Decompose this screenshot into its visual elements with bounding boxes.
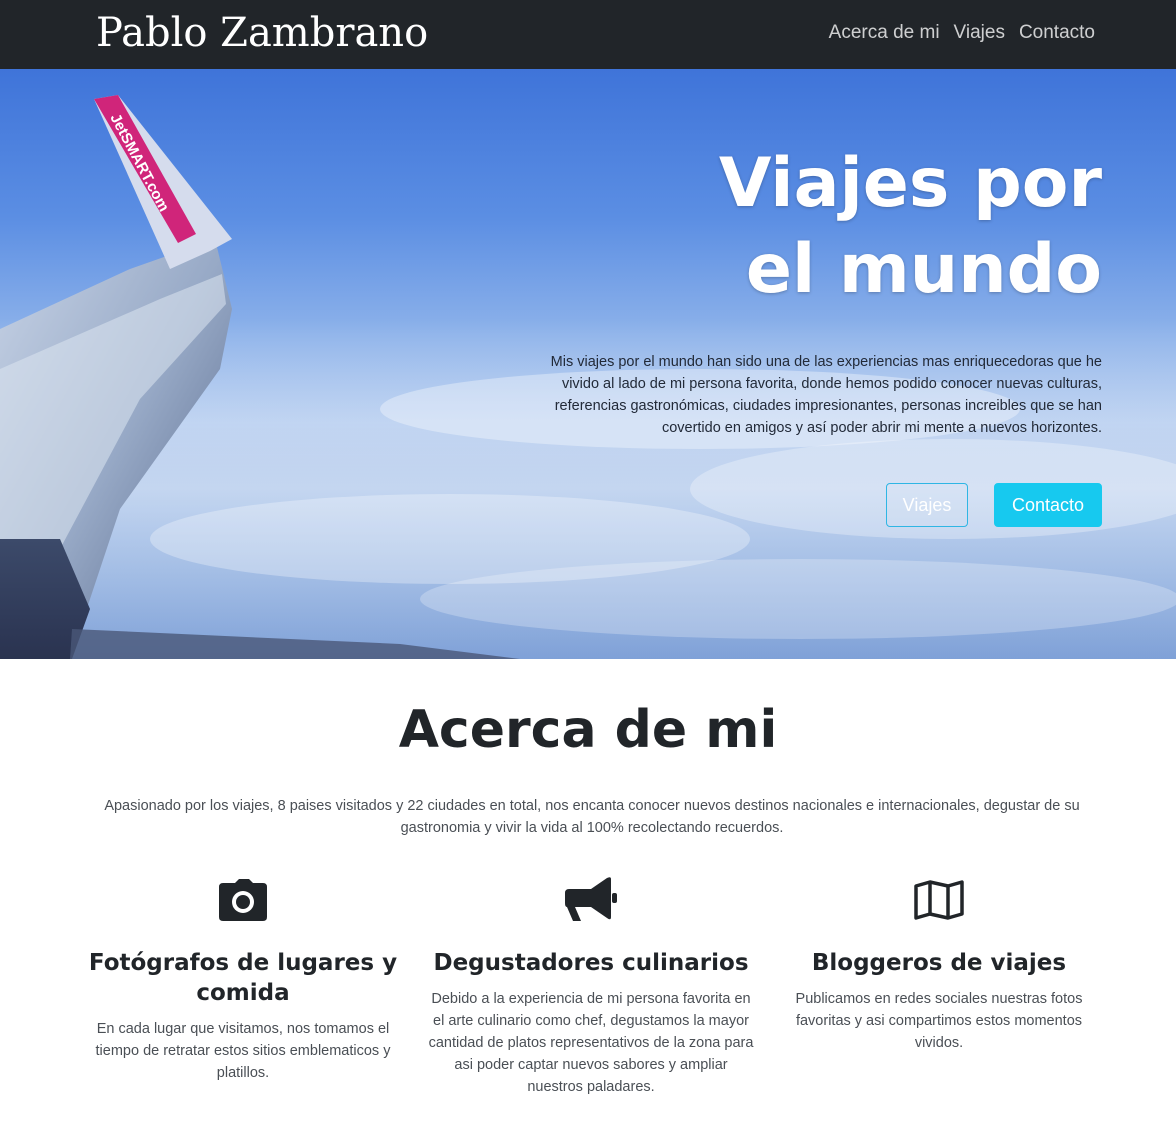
hero-title-line2: el mundo (745, 230, 1102, 309)
nav-link-contacto[interactable]: Contacto (1019, 22, 1095, 44)
feature-text: Publicamos en redes sociales nuestras fo… (795, 991, 1083, 1051)
feature-photographers: Fotógrafos de lugares y comida En cada l… (78, 870, 408, 1084)
feature-title: Bloggeros de viajes (811, 950, 1067, 976)
feature-text: En cada lugar que visitamos, nos tomamos… (95, 1021, 391, 1081)
nav-links: Acerca de mi Viajes Contacto (829, 22, 1095, 44)
about-title: Acerca de mi (398, 700, 778, 760)
viajes-button[interactable]: Viajes (886, 483, 968, 527)
hero-description: Mis viajes por el mundo han sido una de … (550, 354, 1102, 436)
feature-culinary: Degustadores culinarios Debido a la expe… (426, 870, 756, 1098)
nav-link-viajes[interactable]: Viajes (954, 22, 1005, 44)
hero-buttons: Viajes Contacto (886, 483, 1102, 527)
feature-text: Debido a la experiencia de mi persona fa… (428, 991, 754, 1095)
feature-title: Fotógrafos de lugares y comida (88, 950, 398, 1006)
navbar: Pablo Zambrano Acerca de mi Viajes Conta… (0, 0, 1176, 69)
contacto-button[interactable]: Contacto (994, 483, 1102, 527)
nav-link-acerca[interactable]: Acerca de mi (829, 22, 940, 44)
about-description: Apasionado por los viajes, 8 paises visi… (104, 798, 1080, 836)
brand-logo[interactable]: Pablo Zambrano (96, 10, 428, 56)
camera-icon (219, 879, 267, 921)
hero-title-line1: Viajes por (718, 144, 1102, 223)
hero-title: Viajes por el mundo (542, 141, 1102, 313)
hero-section: JetSMART.com Viajes por el mundo Mis via… (0, 69, 1176, 659)
map-icon (914, 880, 964, 920)
feature-bloggers: Bloggeros de viajes Publicamos en redes … (774, 870, 1104, 1054)
megaphone-icon (565, 877, 617, 921)
feature-title: Degustadores culinarios (433, 950, 749, 976)
